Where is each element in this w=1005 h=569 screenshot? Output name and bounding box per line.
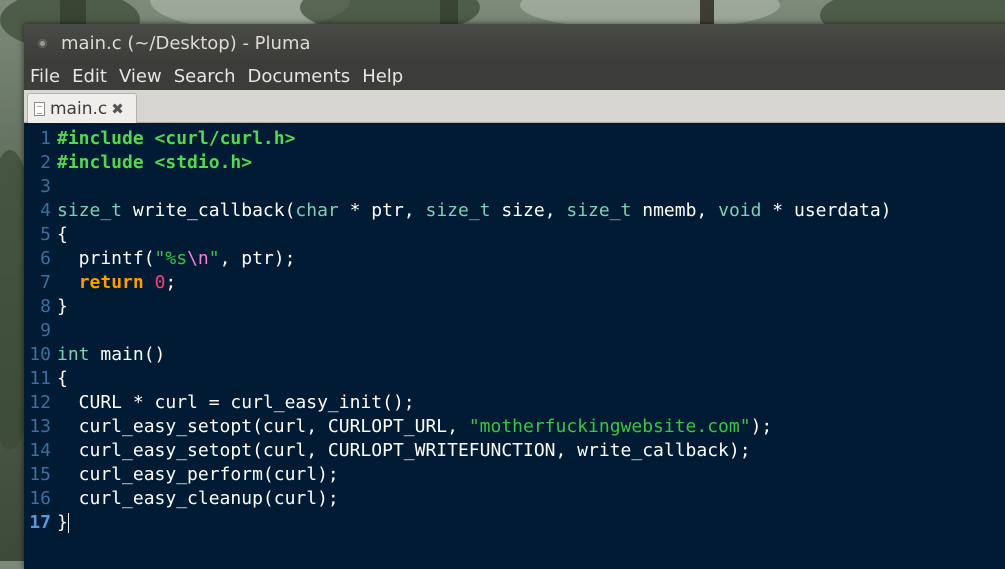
- code-token: size_t: [57, 200, 123, 221]
- code-token: size,: [490, 200, 567, 221]
- editor-window: main.c (~/Desktop) - Pluma File Edit Vie…: [24, 24, 1005, 569]
- code-token: ": [208, 248, 220, 269]
- code-line: curl_easy_cleanup(curl);: [57, 487, 1005, 511]
- line-number: 2: [40, 152, 51, 173]
- menu-documents[interactable]: Documents: [248, 66, 351, 87]
- code-line: CURL * curl = curl_easy_init();: [57, 391, 1005, 415]
- menu-file[interactable]: File: [30, 66, 60, 87]
- code-token: write_callback(: [122, 200, 296, 221]
- code-line: size_t write_callback(char * ptr, size_t…: [57, 199, 1005, 223]
- code-token: return: [78, 272, 144, 293]
- line-number: 16: [29, 488, 51, 509]
- close-tab-icon[interactable]: ✖: [111, 100, 124, 118]
- code-line: int main(): [57, 343, 1005, 367]
- line-number: 17: [29, 512, 51, 533]
- code-token: * userdata): [761, 200, 892, 221]
- code-line: {: [57, 367, 1005, 391]
- code-line: return 0;: [57, 271, 1005, 295]
- code-text-area[interactable]: #include <curl/curl.h> #include <stdio.h>…: [53, 123, 1005, 569]
- line-number: 5: [40, 224, 51, 245]
- code-token: * ptr,: [338, 200, 426, 221]
- code-token: , ptr);: [219, 248, 296, 269]
- code-token: nmemb,: [631, 200, 719, 221]
- code-token: <curl/curl.h>: [154, 128, 296, 149]
- line-number: 12: [29, 392, 51, 413]
- code-line: curl_easy_perform(curl);: [57, 463, 1005, 487]
- code-token: {: [57, 368, 68, 389]
- code-line: curl_easy_setopt(curl, CURLOPT_URL, "mot…: [57, 415, 1005, 439]
- code-line: }: [57, 511, 1005, 535]
- line-number: 6: [40, 248, 51, 269]
- line-number: 13: [29, 416, 51, 437]
- code-token: size_t: [425, 200, 491, 221]
- line-number: 14: [29, 440, 51, 461]
- line-number: 8: [40, 296, 51, 317]
- code-token: size_t: [566, 200, 632, 221]
- code-token: main(): [89, 344, 166, 365]
- line-number: 1: [40, 128, 51, 149]
- line-number: 9: [40, 320, 51, 341]
- window-title: main.c (~/Desktop) - Pluma: [61, 32, 311, 54]
- code-token: printf(: [57, 248, 155, 269]
- code-token: curl_easy_setopt(curl, CURLOPT_URL,: [57, 416, 469, 437]
- menu-help[interactable]: Help: [362, 66, 403, 87]
- menu-edit[interactable]: Edit: [72, 66, 107, 87]
- menu-bar: File Edit View Search Documents Help: [24, 62, 1005, 90]
- code-token: curl_easy_cleanup(curl);: [57, 488, 339, 509]
- line-number: 11: [29, 368, 51, 389]
- code-token: );: [750, 416, 773, 437]
- code-token: ;: [165, 272, 177, 293]
- tab-bar: main.c ✖: [24, 90, 1005, 123]
- code-token: curl_easy_perform(curl);: [57, 464, 339, 485]
- code-token: \n: [187, 248, 209, 269]
- line-number: 10: [29, 344, 51, 365]
- code-token: {: [57, 224, 68, 245]
- text-cursor: [67, 513, 69, 533]
- code-editor[interactable]: 1 2 3 4 5 6 7 8 9 10 11 12 13 14 15 16 17 #include <curl…: [24, 123, 1005, 569]
- code-token: }: [57, 296, 68, 317]
- code-token: char: [295, 200, 339, 221]
- code-token: curl_easy_setopt(curl, CURLOPT_WRITEFUNC…: [57, 440, 751, 461]
- code-line: curl_easy_setopt(curl, CURLOPT_WRITEFUNC…: [57, 439, 1005, 463]
- menu-search[interactable]: Search: [174, 66, 236, 87]
- code-token: 0: [154, 272, 166, 293]
- code-token: CURL * curl = curl_easy_init();: [57, 392, 415, 413]
- text-document-icon: [34, 101, 45, 116]
- code-line: {: [57, 223, 1005, 247]
- code-token: "%s: [154, 248, 188, 269]
- tab-main-c[interactable]: main.c ✖: [27, 93, 137, 123]
- code-line: #include <curl/curl.h>: [57, 127, 1005, 151]
- line-number: 4: [40, 200, 51, 221]
- line-number: 7: [40, 272, 51, 293]
- title-bar[interactable]: main.c (~/Desktop) - Pluma: [24, 24, 1005, 62]
- code-line: #include <stdio.h>: [57, 151, 1005, 175]
- code-token: int: [57, 344, 90, 365]
- line-number-gutter: 1 2 3 4 5 6 7 8 9 10 11 12 13 14 15 16 17: [24, 123, 53, 569]
- tab-label: main.c: [50, 98, 108, 119]
- menu-view[interactable]: View: [119, 66, 162, 87]
- code-token: }: [57, 512, 68, 533]
- code-token: "motherfuckingwebsite.com": [468, 416, 751, 437]
- window-menu-icon[interactable]: [38, 38, 47, 48]
- code-line: }: [57, 295, 1005, 319]
- code-token: <stdio.h>: [154, 152, 253, 173]
- code-token: #include: [57, 128, 144, 149]
- code-token: void: [718, 200, 762, 221]
- code-token: #include: [57, 152, 144, 173]
- line-number: 3: [40, 176, 51, 197]
- code-line: printf("%s\n", ptr);: [57, 247, 1005, 271]
- line-number: 15: [29, 464, 51, 485]
